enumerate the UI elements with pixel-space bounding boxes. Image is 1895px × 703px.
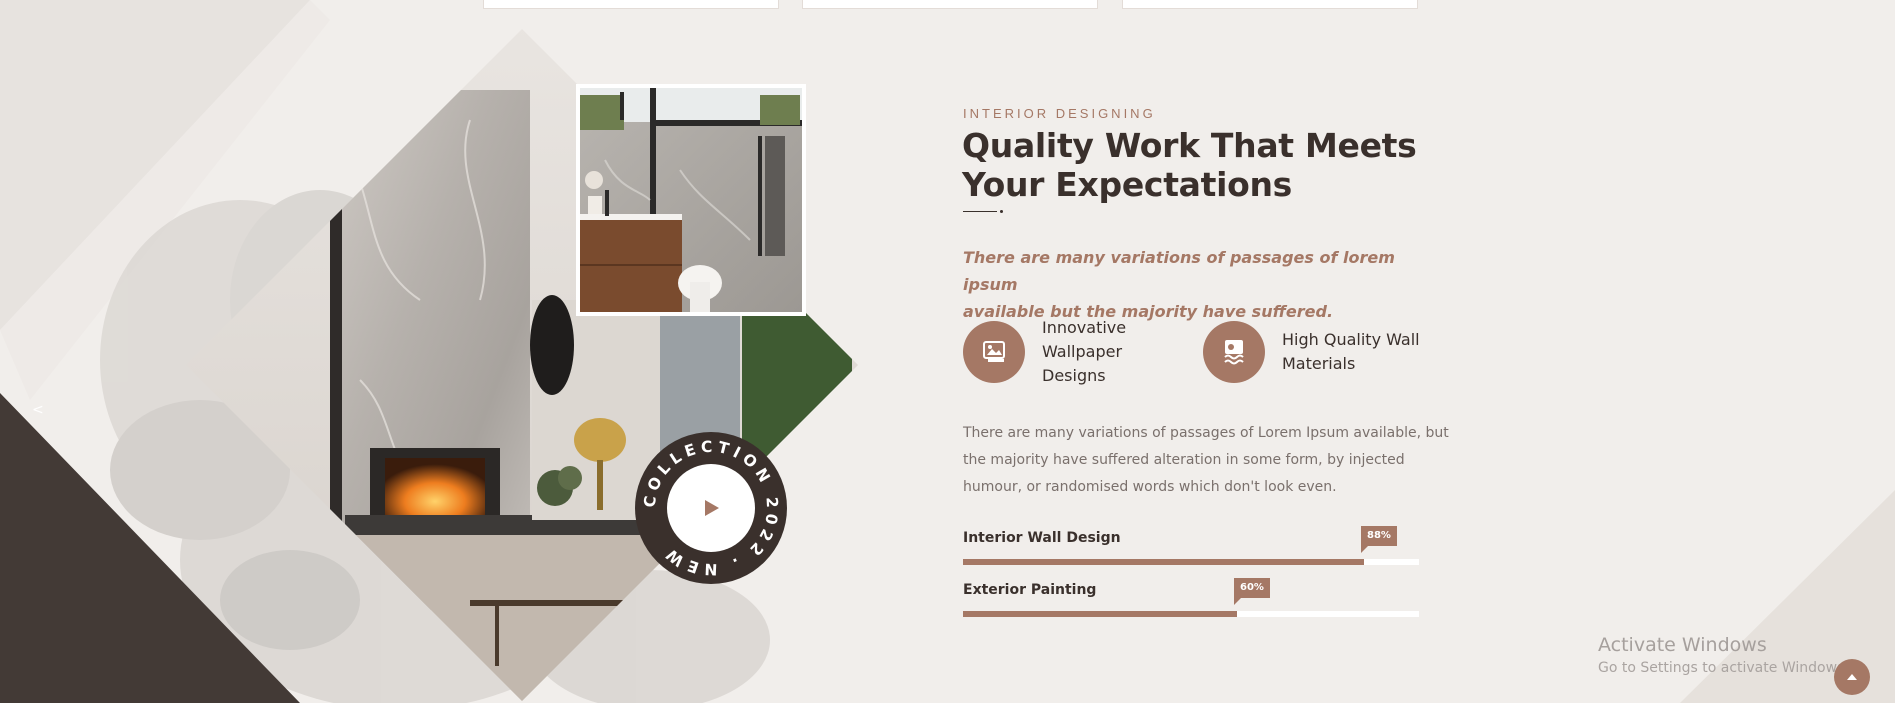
hero-illustration: < [0,0,1895,703]
skill-progress-bar: 60% [963,578,1419,617]
wallpaper-image-icon [983,341,1005,362]
title-underline-dot [1000,210,1003,213]
title-underline [963,211,997,212]
skill-label: Interior Wall Design [963,530,1121,546]
svg-text:<: < [32,402,44,418]
feature-wall-materials: High Quality Wall Materials [1203,321,1427,383]
section-body-line-3: humour, or randomised words which don't … [963,479,1337,495]
wall-roll-icon [1224,340,1244,365]
section-lead: There are many variations of passages of… [963,244,1433,325]
play-icon [705,500,719,516]
skill-progress-bar: 88% [963,526,1419,565]
feature-label: Innovative Wallpaper Designs [1042,316,1187,388]
play-button[interactable] [691,488,731,528]
service-card-2 [802,0,1098,9]
feature-wallpaper-designs: Innovative Wallpaper Designs [963,318,1187,385]
chevron-up-icon [1847,674,1857,680]
feature-label-line-1: High Quality Wall [1282,330,1420,349]
collection-video-badge[interactable]: COLLECTION 2022 . NEW [635,432,787,584]
activate-windows-title: Activate Windows [1598,634,1767,656]
section-body-line-1: There are many variations of passages of… [963,425,1449,441]
section-title-line-2: Your Expectations [962,165,1293,204]
service-card-1 [483,0,779,9]
skill-percent-badge: 88% [1361,526,1397,553]
feature-icon-circle [1203,321,1265,383]
feature-icon-circle [963,321,1025,383]
section-title: Quality Work That Meets Your Expectation… [962,126,1442,204]
section-lead-line-1: There are many variations of passages of… [963,248,1395,294]
section-body: There are many variations of passages of… [963,420,1453,501]
section-eyebrow: INTERIOR DESIGNING [963,106,1156,121]
section-title-line-1: Quality Work That Meets [962,126,1417,165]
scroll-to-top-button[interactable] [1834,659,1870,695]
feature-label-line-2: Materials [1282,354,1356,373]
skill-label: Exterior Painting [963,582,1097,598]
service-card-3 [1122,0,1418,9]
skill-percent-badge: 60% [1234,578,1270,605]
feature-label-line-2: Wallpaper Designs [1042,342,1123,385]
activate-windows-subtitle: Go to Settings to activate Windows. [1598,660,1849,676]
skill-progress-fill [963,559,1364,565]
section-body-line-2: the majority have suffered alteration in… [963,452,1405,468]
feature-label: High Quality Wall Materials [1282,328,1427,376]
feature-label-line-1: Innovative [1042,318,1127,337]
skill-progress-fill [963,611,1237,617]
